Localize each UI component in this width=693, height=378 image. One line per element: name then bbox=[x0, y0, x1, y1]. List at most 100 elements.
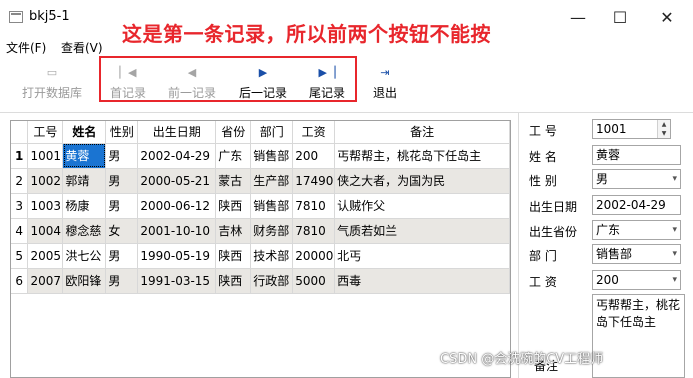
minimize-button[interactable]: — bbox=[556, 6, 600, 30]
close-button[interactable]: ✕ bbox=[645, 6, 689, 30]
province-combo[interactable]: 广东 ▾ bbox=[592, 220, 681, 240]
table-header-row: 工号 姓名 性别 出生日期 省份 部门 工资 备注 bbox=[11, 121, 510, 144]
label-salary: 工 资 bbox=[529, 275, 557, 289]
cell[interactable]: 西毒 bbox=[334, 268, 510, 294]
cell[interactable]: 陕西 bbox=[215, 193, 252, 219]
row-number[interactable]: 3 bbox=[11, 193, 29, 219]
cell[interactable]: 销售部 bbox=[250, 143, 294, 169]
cell[interactable]: 财务部 bbox=[250, 218, 294, 244]
folder-open-icon: ▭ bbox=[46, 66, 58, 79]
cell[interactable]: 7810 bbox=[292, 193, 336, 219]
cell[interactable]: 销售部 bbox=[250, 193, 294, 219]
cell[interactable]: 女 bbox=[105, 218, 139, 244]
exit-icon: ⇥ bbox=[380, 66, 390, 79]
cell[interactable]: 2002-04-29 bbox=[137, 143, 217, 169]
cell[interactable]: 黄蓉 bbox=[62, 143, 107, 169]
dept-combo[interactable]: 销售部 ▾ bbox=[592, 244, 681, 264]
cell[interactable]: 侠之大者，为国为民 bbox=[334, 168, 510, 194]
name-field[interactable]: 黄蓉 bbox=[592, 145, 681, 165]
cell[interactable]: 吉林 bbox=[215, 218, 252, 244]
cell[interactable]: 1002 bbox=[27, 168, 64, 194]
menu-view[interactable]: 查看(V) bbox=[61, 39, 103, 56]
column-header[interactable]: 性别 bbox=[105, 121, 139, 144]
cell[interactable]: 洪七公 bbox=[62, 243, 107, 269]
panel-divider bbox=[518, 113, 519, 378]
cell[interactable]: 广东 bbox=[215, 143, 252, 169]
table-row[interactable]: 5 2005 洪七公 男 1990-05-19 陕西 技术部 20000 北丐 bbox=[11, 243, 510, 269]
label-gender: 性 别 bbox=[529, 174, 557, 188]
table-row[interactable]: 2 1002 郭靖 男 2000-05-21 蒙古 生产部 17490 侠之大者… bbox=[11, 168, 510, 194]
column-header[interactable]: 省份 bbox=[215, 121, 252, 144]
cell[interactable]: 2007 bbox=[27, 268, 64, 294]
cell[interactable]: 认贼作父 bbox=[334, 193, 510, 219]
cell[interactable]: 5000 bbox=[292, 268, 336, 294]
open-database-button[interactable]: ▭ 打开数据库 bbox=[18, 62, 86, 104]
maximize-button[interactable]: ☐ bbox=[598, 6, 642, 30]
label-birth: 出生日期 bbox=[529, 200, 578, 214]
red-highlight-box bbox=[99, 56, 357, 102]
column-header[interactable]: 备注 bbox=[334, 121, 510, 144]
cell[interactable]: 北丐 bbox=[334, 243, 510, 269]
cell[interactable]: 200 bbox=[292, 143, 336, 169]
table-row[interactable]: 1 1001 黄蓉 男 2002-04-29 广东 销售部 200 丐帮帮主，桃… bbox=[11, 143, 510, 169]
cell[interactable]: 生产部 bbox=[250, 168, 294, 194]
row-number[interactable]: 4 bbox=[11, 218, 29, 244]
cell[interactable]: 郭靖 bbox=[62, 168, 107, 194]
cell[interactable]: 1003 bbox=[27, 193, 64, 219]
chevron-down-icon: ▾ bbox=[672, 225, 677, 235]
cell[interactable]: 1001 bbox=[27, 143, 64, 169]
cell[interactable]: 2005 bbox=[27, 243, 64, 269]
memo-textarea[interactable]: 丐帮帮主，桃花岛下任岛主 bbox=[592, 294, 685, 378]
detail-form: 工 号 1001 ▲ ▼ 姓 名 黄蓉 性 别 男 ▾ 出生日期 2002-04-… bbox=[522, 113, 693, 378]
cell[interactable]: 1990-05-19 bbox=[137, 243, 217, 269]
column-header[interactable]: 工资 bbox=[292, 121, 336, 144]
table-row[interactable]: 3 1003 杨康 男 2000-06-12 陕西 销售部 7810 认贼作父 bbox=[11, 193, 510, 219]
column-header[interactable]: 姓名 bbox=[62, 121, 107, 144]
cell[interactable]: 2000-06-12 bbox=[137, 193, 217, 219]
cell[interactable]: 1004 bbox=[27, 218, 64, 244]
cell[interactable]: 男 bbox=[105, 268, 139, 294]
column-header[interactable]: 部门 bbox=[250, 121, 294, 144]
row-number[interactable]: 6 bbox=[11, 268, 29, 294]
cell[interactable]: 男 bbox=[105, 243, 139, 269]
table-row[interactable]: 6 2007 欧阳锋 男 1991-03-15 陕西 行政部 5000 西毒 bbox=[11, 268, 510, 294]
cell[interactable]: 陕西 bbox=[215, 268, 252, 294]
cell[interactable]: 17490 bbox=[292, 168, 336, 194]
table-row[interactable]: 4 1004 穆念慈 女 2001-10-10 吉林 财务部 7810 气质若如… bbox=[11, 218, 510, 244]
label-dept: 部 门 bbox=[529, 249, 557, 263]
cell[interactable]: 陕西 bbox=[215, 243, 252, 269]
cell[interactable]: 男 bbox=[105, 168, 139, 194]
row-number[interactable]: 1 bbox=[11, 143, 29, 169]
cell[interactable]: 20000 bbox=[292, 243, 336, 269]
cell[interactable]: 行政部 bbox=[250, 268, 294, 294]
menu-file[interactable]: 文件(F) bbox=[6, 39, 46, 56]
row-number[interactable]: 5 bbox=[11, 243, 29, 269]
column-header[interactable]: 工号 bbox=[27, 121, 64, 144]
exit-button[interactable]: ⇥ 退出 bbox=[368, 62, 402, 104]
birth-date-field[interactable]: 2002-04-29 bbox=[592, 195, 681, 215]
spin-arrows-icon[interactable]: ▲ ▼ bbox=[657, 120, 670, 138]
cell[interactable]: 2000-05-21 bbox=[137, 168, 217, 194]
cell[interactable]: 技术部 bbox=[250, 243, 294, 269]
cell[interactable]: 穆念慈 bbox=[62, 218, 107, 244]
label-name: 姓 名 bbox=[529, 150, 557, 164]
cell[interactable]: 男 bbox=[105, 193, 139, 219]
salary-combo[interactable]: 200 ▾ bbox=[592, 270, 681, 290]
cell[interactable]: 7810 bbox=[292, 218, 336, 244]
window-title: bkj5-1 bbox=[29, 9, 70, 24]
id-spinbox[interactable]: 1001 ▲ ▼ bbox=[592, 119, 671, 139]
cell[interactable]: 杨康 bbox=[62, 193, 107, 219]
chevron-down-icon: ▾ bbox=[672, 174, 677, 184]
data-table[interactable]: 工号 姓名 性别 出生日期 省份 部门 工资 备注 1 1001 黄蓉 男 20… bbox=[10, 120, 511, 378]
cell[interactable]: 蒙古 bbox=[215, 168, 252, 194]
cell[interactable]: 1991-03-15 bbox=[137, 268, 217, 294]
cell[interactable]: 欧阳锋 bbox=[62, 268, 107, 294]
label-province: 出生省份 bbox=[529, 225, 578, 239]
column-header[interactable]: 出生日期 bbox=[137, 121, 217, 144]
gender-combo[interactable]: 男 ▾ bbox=[592, 169, 681, 189]
row-number[interactable]: 2 bbox=[11, 168, 29, 194]
cell[interactable]: 丐帮帮主，桃花岛下任岛主 bbox=[334, 143, 510, 169]
cell[interactable]: 男 bbox=[105, 143, 139, 169]
cell[interactable]: 气质若如兰 bbox=[334, 218, 510, 244]
cell[interactable]: 2001-10-10 bbox=[137, 218, 217, 244]
